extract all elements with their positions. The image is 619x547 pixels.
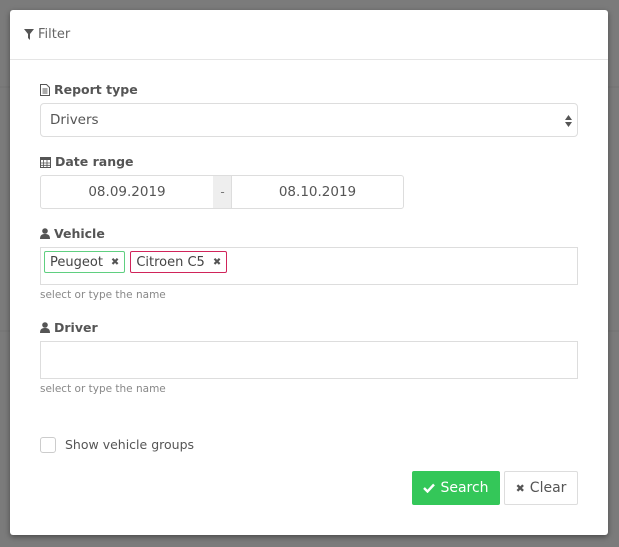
date-to-input[interactable]: 08.10.2019 bbox=[231, 175, 404, 209]
calendar-icon bbox=[40, 156, 51, 168]
show-vehicle-groups-label[interactable]: Show vehicle groups bbox=[65, 437, 194, 452]
modal-header: Filter bbox=[10, 10, 608, 60]
vehicle-tag: Citroen C5 ✖ bbox=[130, 251, 228, 273]
user-icon bbox=[40, 322, 50, 333]
report-type-select[interactable]: Drivers bbox=[40, 103, 578, 137]
report-type-label: Report type bbox=[40, 82, 138, 97]
clear-button[interactable]: ✖ Clear bbox=[504, 471, 578, 505]
select-arrows-icon bbox=[565, 115, 572, 127]
search-button[interactable]: Search bbox=[412, 471, 500, 505]
close-icon: ✖ bbox=[515, 481, 525, 495]
filter-icon bbox=[24, 29, 34, 40]
date-range-label: Date range bbox=[40, 154, 134, 169]
date-from-input[interactable]: 08.09.2019 bbox=[40, 175, 214, 209]
user-icon bbox=[40, 228, 50, 239]
vehicle-help-text: select or type the name bbox=[40, 289, 166, 301]
show-vehicle-groups-checkbox[interactable] bbox=[40, 437, 56, 453]
remove-tag-icon[interactable]: ✖ bbox=[213, 257, 221, 268]
vehicle-tag: Peugeot ✖ bbox=[44, 251, 126, 273]
check-icon bbox=[423, 483, 436, 493]
vehicle-multiselect[interactable]: Peugeot ✖ Citroen C5 ✖ bbox=[40, 247, 578, 285]
file-text-icon bbox=[40, 83, 50, 96]
driver-label: Driver bbox=[40, 320, 98, 335]
driver-multiselect[interactable] bbox=[40, 341, 578, 379]
vehicle-label: Vehicle bbox=[40, 226, 105, 241]
date-separator: - bbox=[213, 175, 232, 209]
modal-title: Filter bbox=[38, 27, 71, 42]
driver-help-text: select or type the name bbox=[40, 383, 166, 395]
filter-modal: Filter Report type Drivers Date range 08… bbox=[10, 10, 608, 535]
remove-tag-icon[interactable]: ✖ bbox=[111, 257, 119, 268]
